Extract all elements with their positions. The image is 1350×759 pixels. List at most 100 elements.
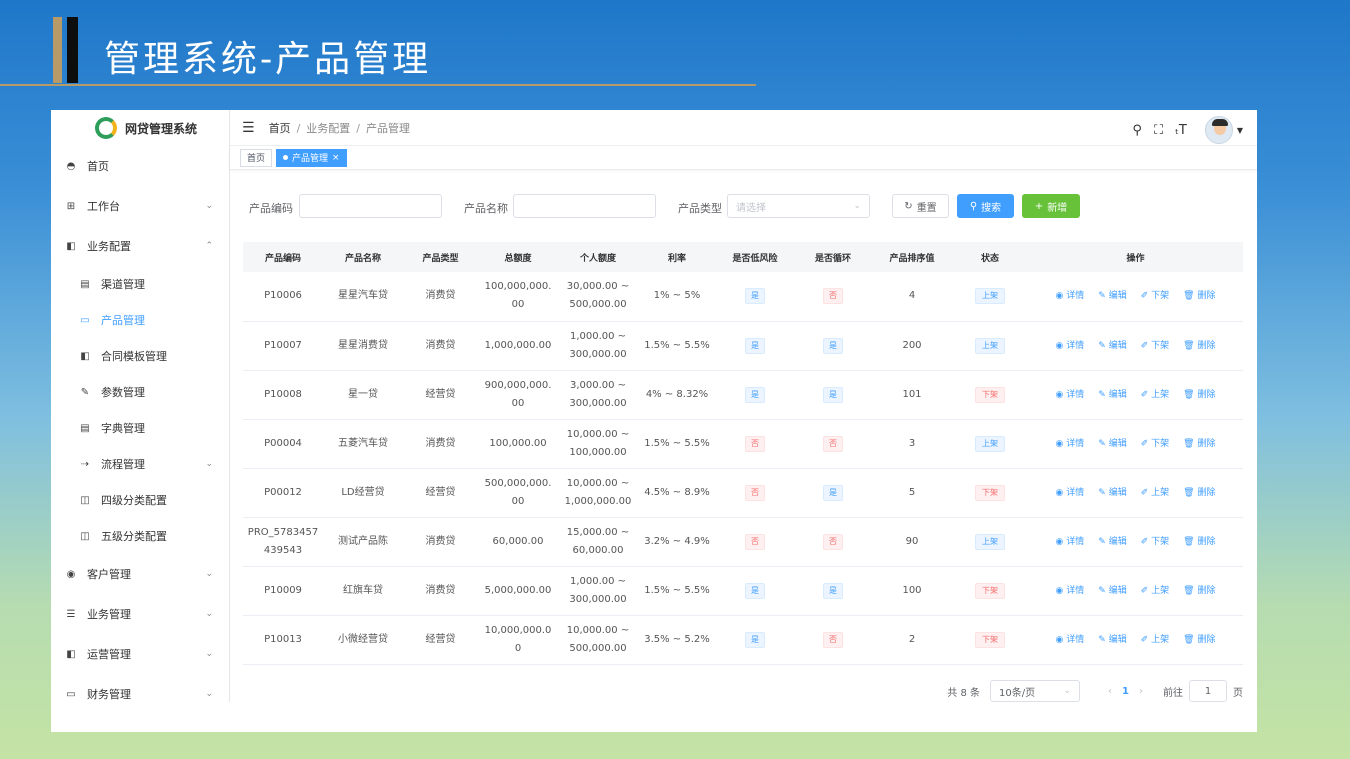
cell-cyclic: 否: [794, 517, 872, 567]
cell-low-risk: 是: [716, 370, 794, 420]
toggle-shelf-link[interactable]: ✐ 上架: [1141, 390, 1169, 400]
prev-page-icon[interactable]: ‹: [1108, 686, 1112, 697]
caret-down-icon[interactable]: ▼: [1237, 126, 1243, 135]
product-code-input[interactable]: [299, 194, 442, 218]
sidebar-item[interactable]: ◉ 客户管理 ⌄: [51, 554, 229, 594]
delete-link[interactable]: 🗑 删除: [1183, 341, 1215, 351]
app-logo[interactable]: 网贷管理系统: [51, 110, 229, 146]
delete-link[interactable]: 🗑 删除: [1183, 635, 1215, 645]
status-badge: 上架: [975, 435, 1005, 452]
detail-link[interactable]: ◉ 详情: [1056, 488, 1085, 498]
sidebar-subitem[interactable]: ▭ 产品管理: [51, 302, 229, 338]
toggle-shelf-link[interactable]: ✐ 上架: [1141, 635, 1169, 645]
cell-personal: 15,000.00 ~ 60,000.00: [558, 517, 638, 567]
detail-link[interactable]: ◉ 详情: [1056, 635, 1085, 645]
delete-link[interactable]: 🗑 删除: [1183, 390, 1215, 400]
toggle-shelf-link[interactable]: ✐ 下架: [1141, 537, 1169, 547]
toggle-shelf-label: 下架: [1151, 438, 1170, 449]
edit-link[interactable]: ✎ 编辑: [1098, 439, 1126, 449]
column-header: 状态: [952, 242, 1028, 272]
product-type-placeholder: 请选择: [736, 202, 766, 214]
sidebar-item-label: 业务配置: [87, 240, 131, 253]
tag-active-label: 产品管理: [292, 154, 329, 164]
detail-link[interactable]: ◉ 详情: [1056, 537, 1085, 547]
edit-link[interactable]: ✎ 编辑: [1098, 291, 1126, 301]
low_risk-badge: 是: [745, 386, 765, 403]
main-area: ☰ 首页 / 业务配置 / 产品管理 ⚲ ⛶ ₜT ▼ 首页 产品管理 × 产品编码 产品…: [230, 110, 1257, 732]
edit-link[interactable]: ✎ 编辑: [1098, 586, 1126, 596]
sidebar-item[interactable]: ▭ 财务管理 ⌄: [51, 674, 229, 702]
sidebar-item[interactable]: ◓ 首页: [51, 146, 229, 186]
toggle-shelf-label: 下架: [1151, 536, 1170, 547]
toggle-shelf-link[interactable]: ✐ 上架: [1141, 488, 1169, 498]
sidebar-subitem-label: 流程管理: [101, 458, 145, 471]
goto-page-input[interactable]: 1: [1189, 680, 1227, 702]
toggle-shelf-link[interactable]: ✐ 下架: [1141, 291, 1169, 301]
delete-link[interactable]: 🗑 删除: [1183, 439, 1215, 449]
delete-link[interactable]: 🗑 删除: [1183, 488, 1215, 498]
toggle-shelf-link[interactable]: ✐ 上架: [1141, 586, 1169, 596]
menu-toggle-icon[interactable]: ☰: [242, 120, 255, 136]
sidebar-subitem[interactable]: ⇢ 流程管理 ⌄: [51, 446, 229, 482]
edit-link[interactable]: ✎ 编辑: [1098, 635, 1126, 645]
sidebar-item[interactable]: ⊞ 工作台 ⌄: [51, 186, 229, 226]
delete-link[interactable]: 🗑 删除: [1183, 537, 1215, 547]
sidebar-subitem-label: 四级分类配置: [101, 494, 167, 507]
cyclic-badge: 是: [823, 582, 843, 599]
close-icon[interactable]: ×: [332, 153, 340, 163]
edit-label: 编辑: [1108, 634, 1127, 645]
avatar[interactable]: [1204, 116, 1233, 144]
detail-link[interactable]: ◉ 详情: [1056, 390, 1085, 400]
table-row: P10007 星星消费贷 消费贷 1,000,000.00 1,000.00 ~ 300…: [243, 321, 1243, 371]
edit-link[interactable]: ✎ 编辑: [1098, 341, 1126, 351]
chevron-icon: ⌃: [205, 241, 213, 251]
toggle-shelf-link[interactable]: ✐ 下架: [1141, 341, 1169, 351]
current-page[interactable]: 1: [1122, 686, 1129, 697]
delete-link[interactable]: 🗑 删除: [1183, 586, 1215, 596]
tag-product-management[interactable]: 产品管理 ×: [276, 148, 347, 167]
fullscreen-icon[interactable]: ⛶: [1154, 123, 1163, 138]
sidebar-item[interactable]: ◧ 运营管理 ⌄: [51, 634, 229, 674]
book-open-icon: ◫: [80, 530, 90, 542]
search-icon[interactable]: ⚲: [1132, 123, 1142, 138]
detail-link[interactable]: ◉ 详情: [1056, 291, 1085, 301]
sidebar-item[interactable]: ☰ 业务管理 ⌄: [51, 594, 229, 634]
breadcrumb-separator: /: [356, 121, 360, 135]
add-button[interactable]: + 新增: [1022, 194, 1080, 218]
column-header: 总额度: [478, 242, 558, 272]
delete-link[interactable]: 🗑 删除: [1183, 291, 1215, 301]
sidebar-subitem[interactable]: ✎ 参数管理: [51, 374, 229, 410]
table-row: PRO_5783457439543 测试产品陈 消费贷 60,000.00 15,000…: [243, 517, 1243, 567]
column-header: 利率: [638, 242, 716, 272]
breadcrumb-home[interactable]: 首页: [269, 122, 291, 135]
cell-actions: ◉ 详情 ✎ 编辑 ✐ 下架 🗑 删除: [1028, 321, 1243, 371]
reset-button[interactable]: ↻ 重置: [892, 194, 949, 218]
toggle-shelf-link[interactable]: ✐ 下架: [1141, 439, 1169, 449]
tag-home[interactable]: 首页: [240, 148, 273, 167]
sidebar-subitem[interactable]: ◫ 四级分类配置: [51, 482, 229, 518]
edit-link[interactable]: ✎ 编辑: [1098, 488, 1126, 498]
sidebar-subitem[interactable]: ▤ 渠道管理: [51, 266, 229, 302]
detail-link[interactable]: ◉ 详情: [1056, 341, 1085, 351]
cell-low-risk: 否: [716, 468, 794, 518]
dict-icon: ▤: [80, 422, 90, 434]
refresh-icon: ↻: [904, 200, 913, 212]
sidebar-subitem[interactable]: ◫ 五级分类配置: [51, 518, 229, 554]
product-type-select[interactable]: 请选择 ⌄: [727, 194, 870, 218]
low_risk-badge: 是: [745, 337, 765, 354]
detail-link[interactable]: ◉ 详情: [1056, 586, 1085, 596]
slide-underline: [0, 84, 756, 86]
edit-link[interactable]: ✎ 编辑: [1098, 537, 1126, 547]
sidebar-subitem[interactable]: ◧ 合同模板管理: [51, 338, 229, 374]
next-page-icon[interactable]: ›: [1139, 686, 1143, 697]
cyclic-badge: 否: [823, 435, 843, 452]
page-size-select[interactable]: 10条/页 ⌄: [990, 680, 1081, 702]
product-name-input[interactable]: [513, 194, 656, 218]
search-button[interactable]: ⚲ 搜索: [957, 194, 1014, 218]
sidebar-item[interactable]: ◧ 业务配置 ⌃: [51, 226, 229, 266]
sidebar-subitem[interactable]: ▤ 字典管理: [51, 410, 229, 446]
font-size-icon[interactable]: ₜT: [1175, 123, 1187, 138]
detail-link[interactable]: ◉ 详情: [1056, 439, 1085, 449]
edit-link[interactable]: ✎ 编辑: [1098, 390, 1126, 400]
edit-label: 编辑: [1108, 340, 1127, 351]
